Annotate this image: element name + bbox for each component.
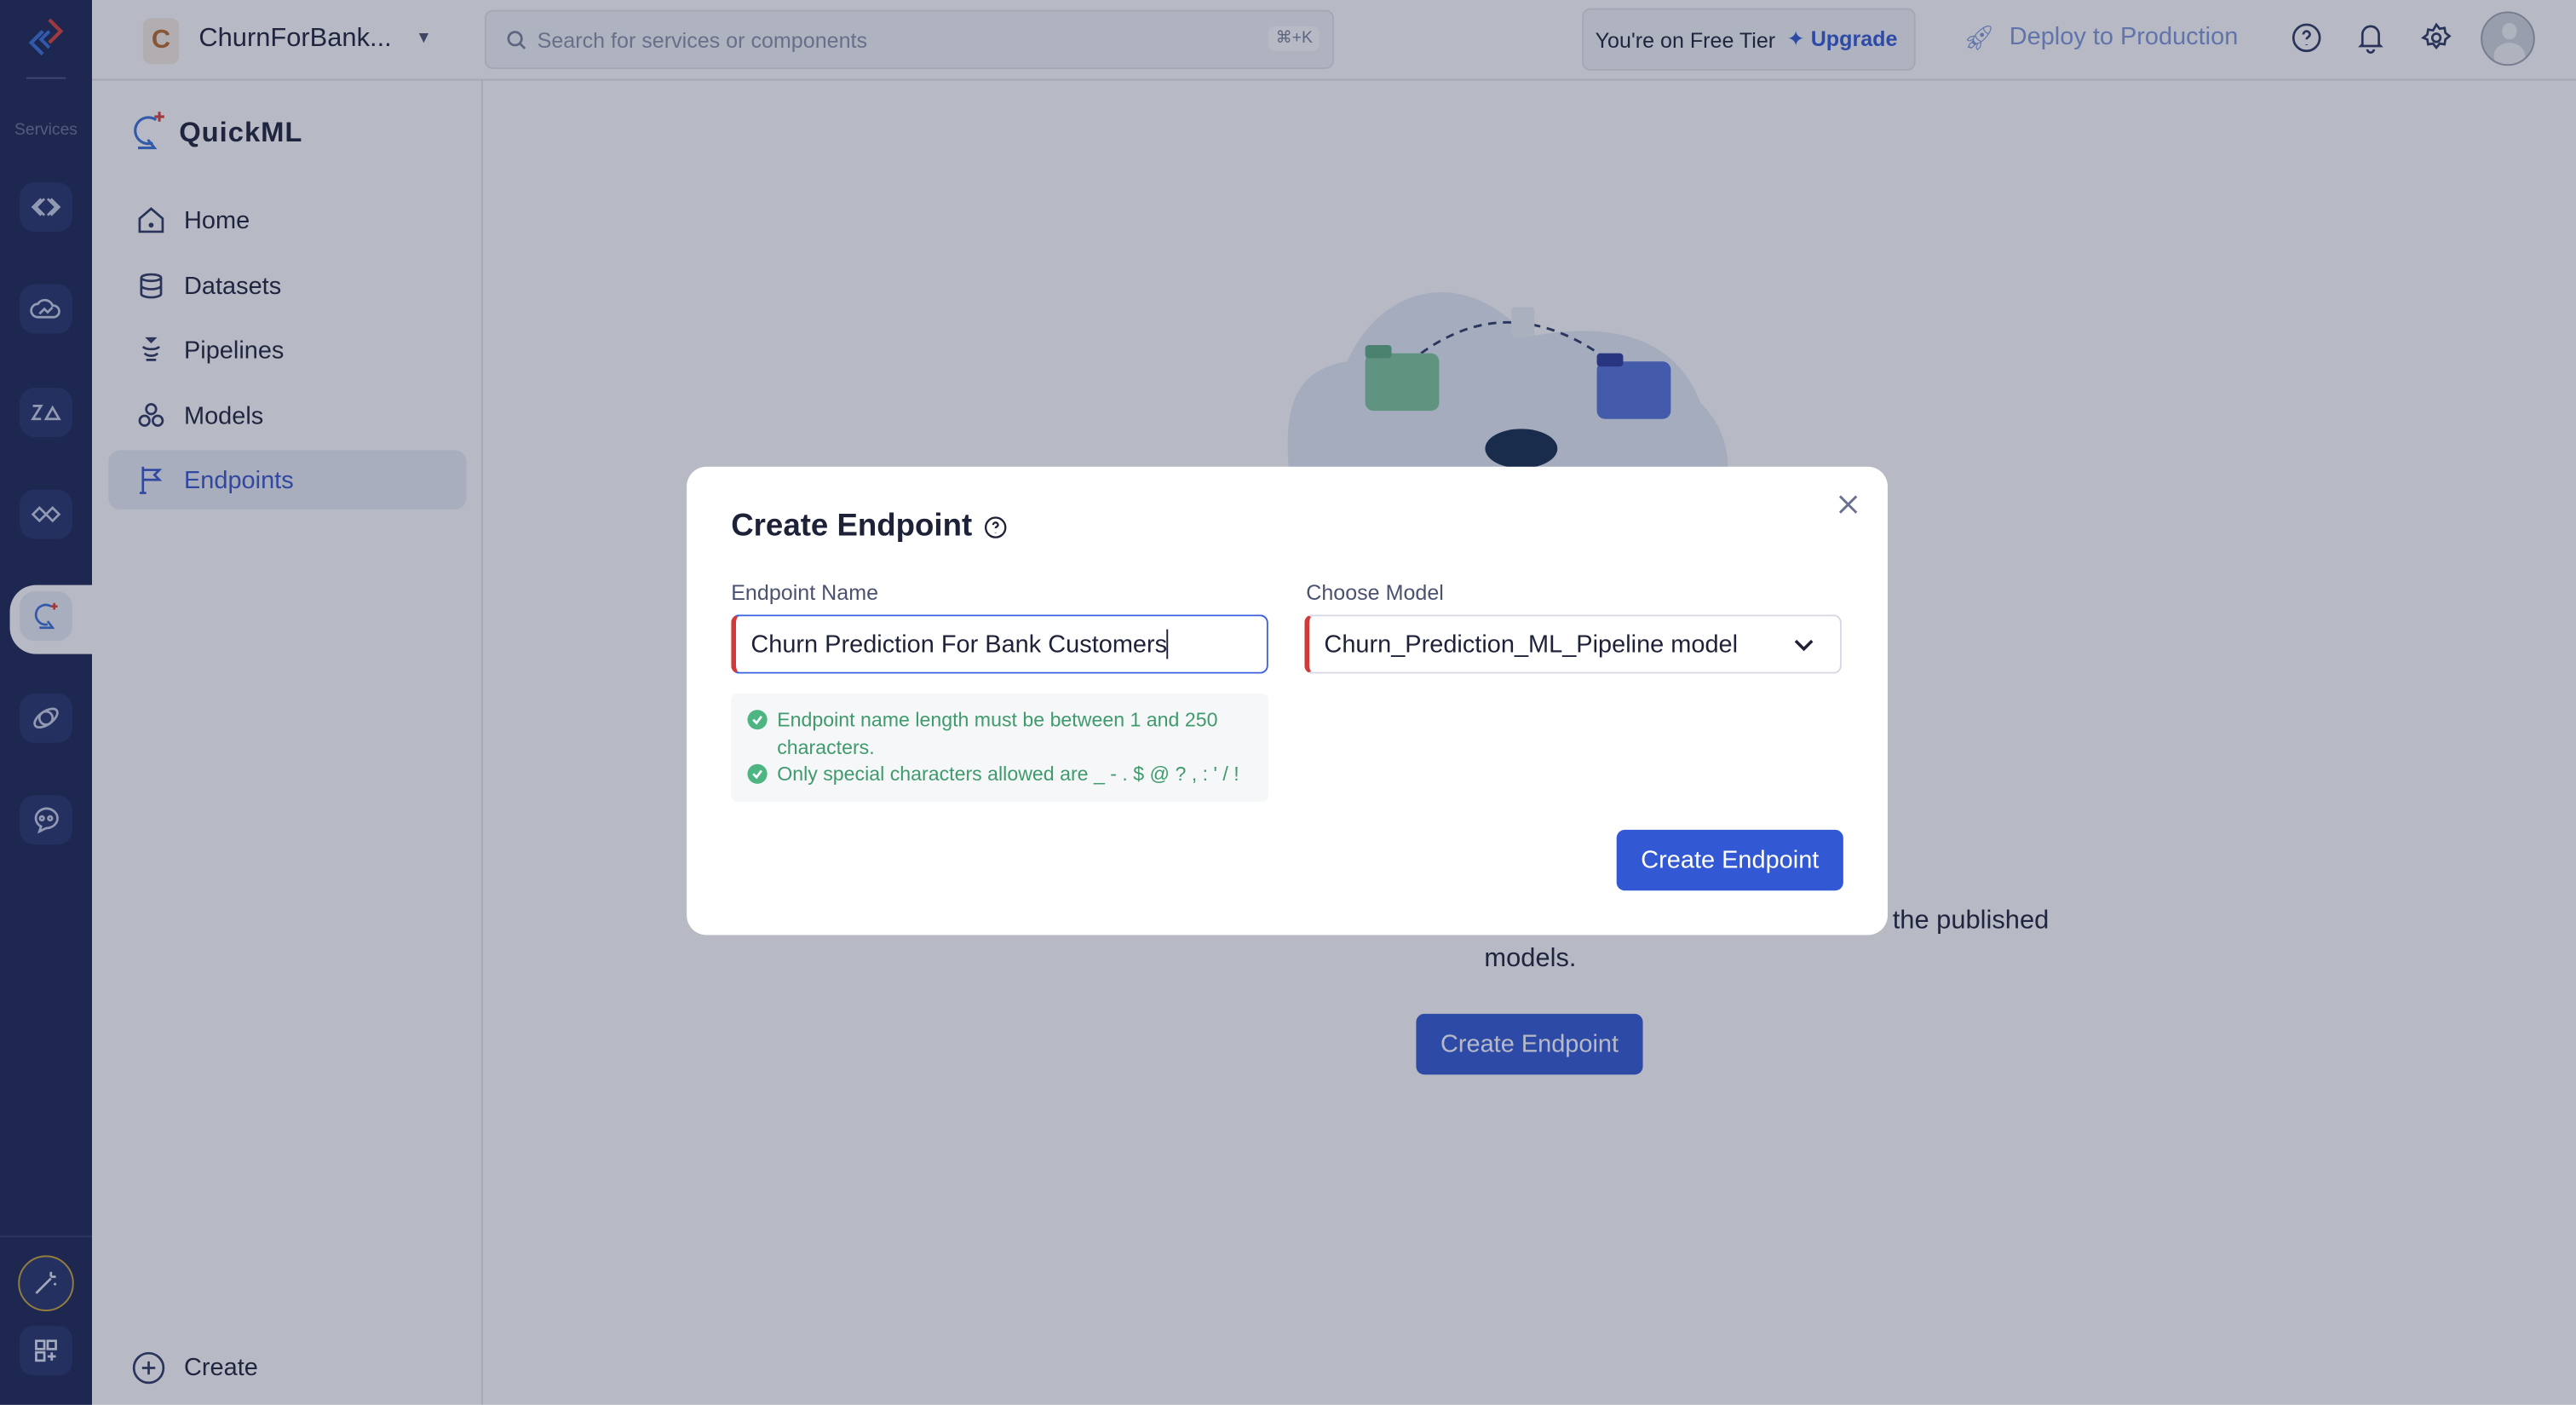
chevron-down-icon — [1794, 639, 1814, 652]
hint-text: Only special characters allowed are _ - … — [777, 762, 1239, 786]
hint-length: Endpoint name length must be between 1 a… — [747, 706, 1251, 761]
choose-model-label: Choose Model — [1306, 579, 1444, 605]
hint-text: Endpoint name length must be between 1 a… — [777, 708, 1218, 759]
hint-special-chars: Only special characters allowed are _ - … — [747, 761, 1251, 788]
endpoint-name-input[interactable]: Churn Prediction For Bank Customers — [731, 614, 1268, 674]
help-icon[interactable] — [984, 516, 1007, 539]
choose-model-value: Churn_Prediction_ML_Pipeline model — [1324, 630, 1739, 659]
check-circle-icon — [747, 710, 768, 730]
submit-create-endpoint-button[interactable]: Create Endpoint — [1616, 829, 1843, 891]
dialog-title: Create Endpoint — [731, 510, 1006, 545]
check-circle-icon — [747, 763, 768, 784]
choose-model-select[interactable]: Churn_Prediction_ML_Pipeline model — [1304, 614, 1842, 674]
create-endpoint-dialog: Create Endpoint Endpoint Name Churn Pred… — [687, 466, 1888, 936]
endpoint-name-value: Churn Prediction For Bank Customers — [750, 630, 1168, 659]
close-icon[interactable] — [1837, 493, 1860, 516]
text-cursor — [1167, 629, 1170, 659]
endpoint-name-label: Endpoint Name — [731, 579, 879, 605]
validation-hints: Endpoint name length must be between 1 a… — [731, 693, 1268, 803]
dialog-title-text: Create Endpoint — [731, 509, 973, 544]
